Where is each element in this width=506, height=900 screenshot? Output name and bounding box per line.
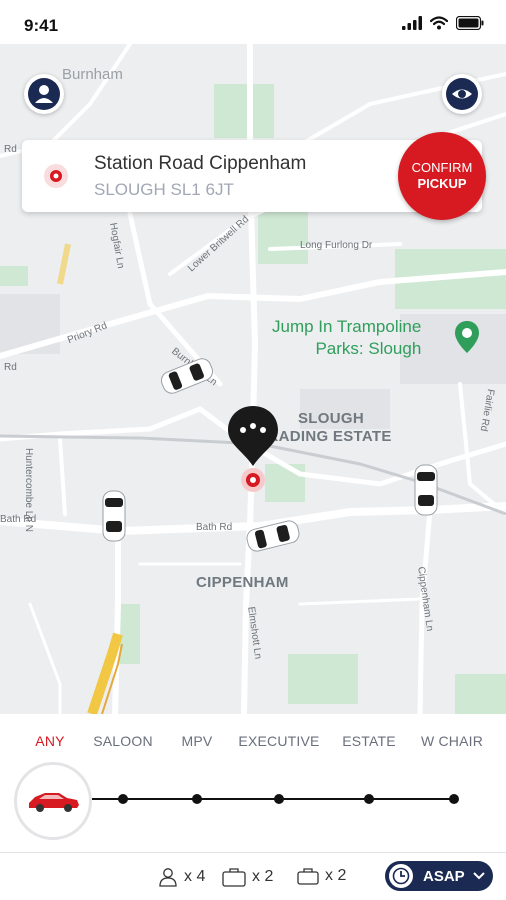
pickup-pin-icon[interactable] [226,404,280,496]
status-bar: 9:41 [0,0,506,44]
slider-handle[interactable] [14,762,92,840]
slider-stop-estate[interactable] [364,794,374,804]
road-label: Long Furlong Dr [300,240,373,251]
pickup-label: PICKUP [417,176,467,191]
large-luggage-capacity: x 2 [222,867,273,887]
signal-icon [402,16,422,30]
clock-icon [389,864,413,888]
taxi-car-icon [414,464,438,516]
pickup-street: Station Road Cippenham [94,153,307,174]
suitcase-icon [222,868,246,887]
confirm-pickup-button[interactable]: CONFIRM PICKUP [398,132,486,220]
poi-label: Jump In Trampoline Parks: Slough [272,316,421,360]
tab-mpv[interactable]: MPV [182,733,213,749]
status-icons [402,16,484,30]
road-label: Bath Rd [196,522,233,533]
road-label: Bath Rd [0,514,37,525]
small-luggage-count: x 2 [325,867,347,884]
area-label: SLOUGH [298,410,364,427]
schedule-button[interactable]: ASAP [385,861,493,891]
poi-label-line1: Jump In Trampoline [272,317,422,336]
pickup-location-icon [44,164,68,188]
schedule-label: ASAP [423,867,465,885]
bag-icon [297,868,319,885]
booking-footer: x 4 x 2 x 2 ASAP [0,853,506,900]
tab-executive[interactable]: EXECUTIVE [238,733,319,749]
area-label: CIPPENHAM [196,574,289,591]
tab-saloon[interactable]: SALOON [93,733,153,749]
car-type-slider[interactable] [0,762,506,840]
taxi-car-icon [102,490,126,542]
small-luggage-capacity: x 2 [297,867,346,885]
tab-w-chair[interactable]: W CHAIR [421,733,483,749]
view-button[interactable] [442,74,482,114]
battery-icon [456,16,484,30]
slider-stop-w-chair[interactable] [449,794,459,804]
passenger-count: x 4 [184,868,206,885]
slider-stop-executive[interactable] [274,794,284,804]
slider-track [92,798,454,800]
poi-label-line2: Parks: Slough [315,339,422,358]
wifi-icon [430,16,448,30]
person-icon [28,78,60,110]
slider-stop-saloon[interactable] [118,794,128,804]
eye-icon [446,78,478,110]
large-luggage-count: x 2 [252,868,274,885]
slider-stop-mpv[interactable] [192,794,202,804]
road-label: Rd [4,362,17,373]
confirm-label: CONFIRM [411,160,473,175]
tab-any[interactable]: ANY [35,733,64,749]
profile-button[interactable] [24,74,64,114]
road-label: Rd [4,144,17,155]
red-car-icon [29,793,79,812]
tab-estate[interactable]: ESTATE [342,733,396,749]
car-type-tabs: ANY SALOON MPV EXECUTIVE ESTATE W CHAIR [0,726,506,756]
chevron-down-icon [472,872,485,880]
status-time: 9:41 [24,16,59,35]
person-outline-icon [159,868,177,887]
town-label: Burnham [62,66,123,83]
pickup-postcode: SLOUGH SL1 6JT [94,180,234,199]
poi-pin-icon[interactable] [454,320,480,354]
passenger-capacity: x 4 [158,867,205,887]
